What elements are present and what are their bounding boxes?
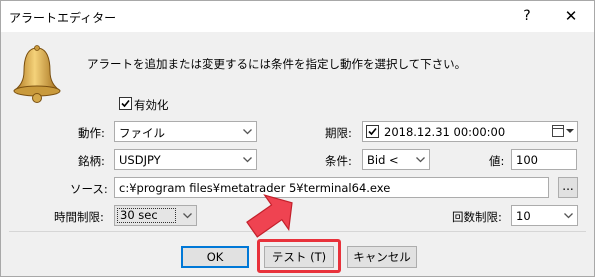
expiry-value: 2018.12.31 00:00:00 [384, 125, 506, 139]
browse-button[interactable]: ... [558, 177, 578, 198]
expiry-label: 期限: [325, 126, 352, 140]
value-text: 100 [516, 153, 538, 167]
ok-button[interactable]: OK [181, 246, 249, 268]
description-text: アラートを追加または変更するには条件を指定し動作を選択して下さい。 [87, 57, 467, 71]
timeout-value: 30 sec [117, 208, 176, 223]
action-label: 動作: [78, 126, 105, 140]
timeout-label: 時間制限: [54, 210, 104, 224]
repeat-select[interactable]: 10 [511, 205, 578, 226]
value-label: 値: [489, 154, 505, 168]
condition-label: 条件: [325, 154, 352, 168]
expiry-datetime-picker[interactable]: 2018.12.31 00:00:00 [362, 121, 578, 142]
chevron-down-icon [179, 206, 196, 225]
action-select[interactable]: ファイル [114, 121, 257, 142]
value-input[interactable]: 100 [511, 149, 577, 170]
chevron-down-icon [239, 122, 256, 141]
action-value: ファイル [119, 126, 165, 140]
source-label: ソース: [70, 182, 108, 196]
alert-editor-dialog: アラートエディター ? ✕ アラートを追加または変更するには条件を指定し動作を選… [0, 0, 595, 277]
close-button[interactable]: ✕ [559, 5, 583, 27]
checkmark-icon [368, 127, 377, 136]
test-button[interactable]: テスト (T) [264, 246, 334, 268]
title-bar: アラートエディター ? ✕ [1, 1, 594, 32]
enabled-checkbox[interactable] [119, 97, 132, 110]
condition-value: Bid < [367, 153, 399, 167]
source-input[interactable]: c:¥program files¥metatrader 5¥terminal64… [114, 177, 549, 198]
calendar-icon[interactable] [552, 125, 574, 141]
window-title: アラートエディター [9, 11, 117, 25]
checkmark-icon [121, 99, 130, 108]
expiry-checkbox[interactable] [366, 125, 379, 138]
chevron-down-icon [560, 206, 577, 225]
repeat-value: 10 [516, 209, 531, 223]
repeat-label: 回数制限: [452, 210, 502, 224]
cancel-button[interactable]: キャンセル [347, 246, 417, 268]
chevron-down-icon [412, 150, 429, 169]
symbol-value: USDJPY [119, 153, 161, 167]
timeout-select[interactable]: 30 sec [114, 205, 197, 226]
chevron-down-icon [239, 150, 256, 169]
bell-icon [11, 45, 63, 105]
help-button[interactable]: ? [515, 5, 539, 27]
symbol-select[interactable]: USDJPY [114, 149, 257, 170]
condition-select[interactable]: Bid < [362, 149, 430, 170]
enabled-label: 有効化 [134, 98, 169, 112]
symbol-label: 銘柄: [78, 154, 105, 168]
annotation-arrow-icon [243, 191, 303, 243]
